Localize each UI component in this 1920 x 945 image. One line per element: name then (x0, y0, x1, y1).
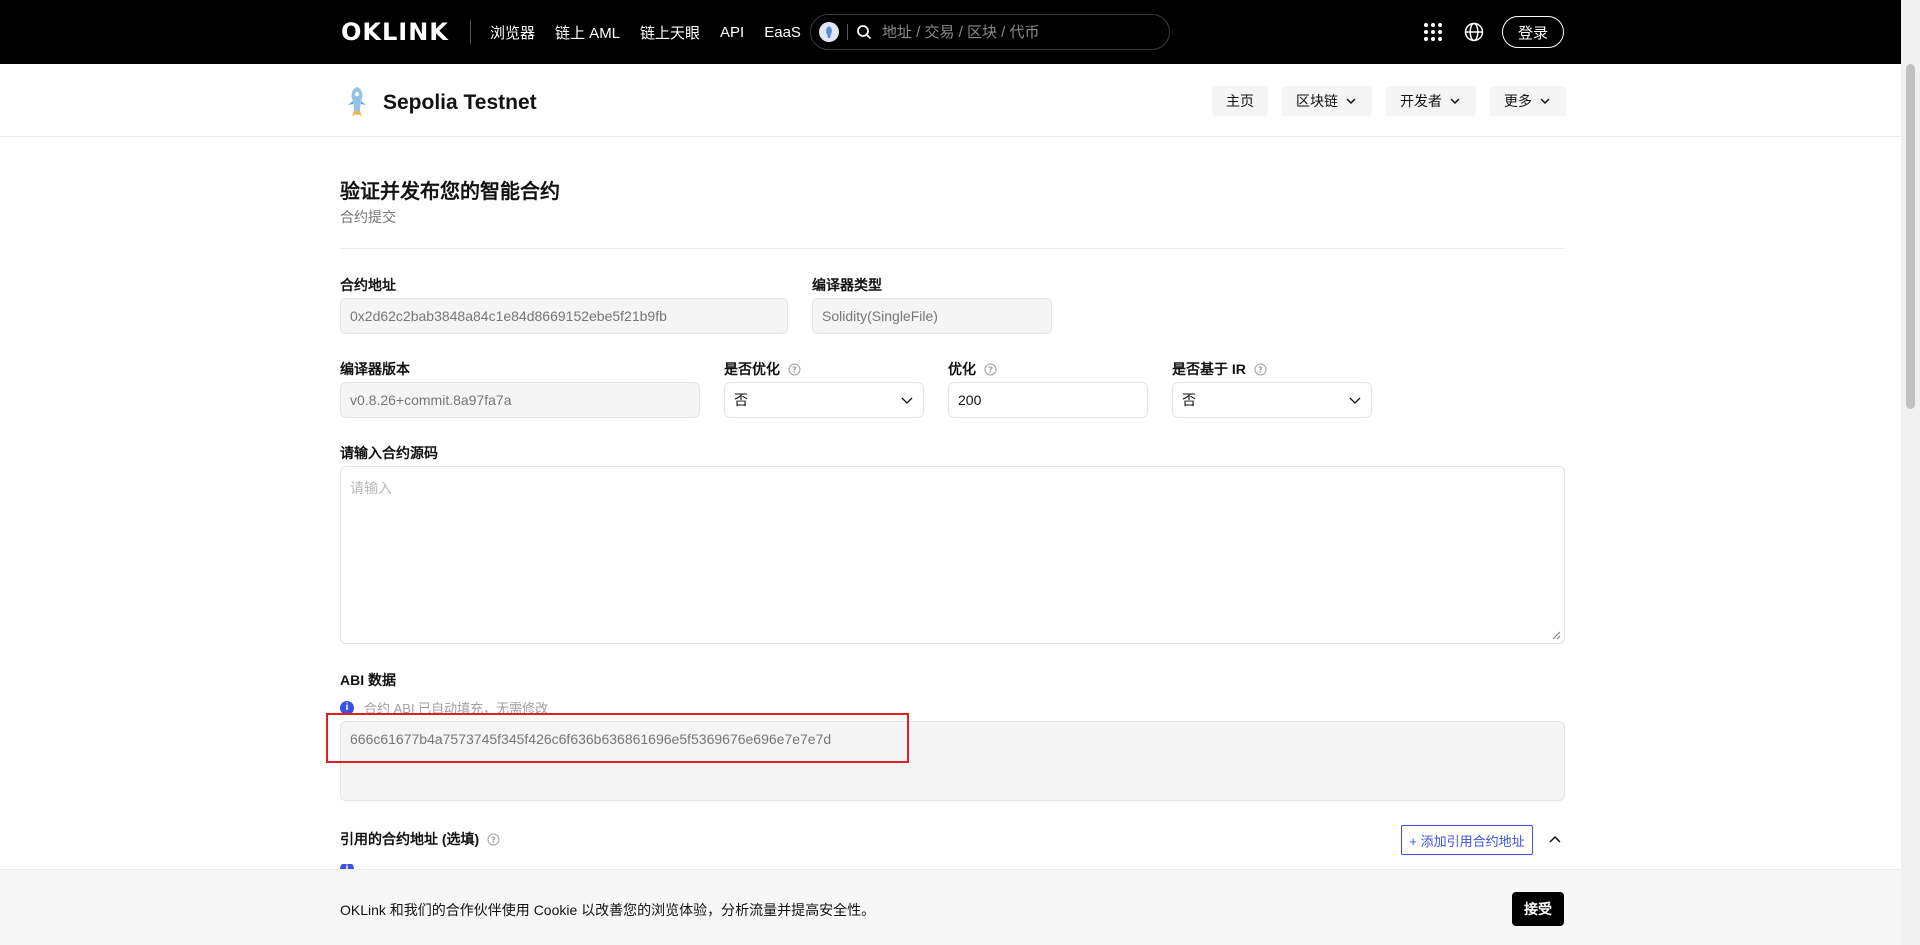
nav-link-eaas[interactable]: EaaS (764, 24, 801, 41)
add-referenced-contract-label: + 添加引用合约地址 (1409, 833, 1525, 849)
subnav-blockchain[interactable]: 区块链 (1282, 86, 1372, 116)
abi-label: ABI 数据 (340, 670, 396, 690)
subnav-developer[interactable]: 开发者 (1386, 86, 1476, 116)
help-icon[interactable]: ? (487, 833, 500, 846)
chevron-down-icon (1450, 98, 1460, 105)
via-ir-label-text: 是否基于 IR (1172, 361, 1246, 377)
nav-link-onchain-eye[interactable]: 链上天眼 (640, 22, 700, 43)
search-input[interactable] (882, 23, 1152, 41)
page-scrollbar[interactable] (1901, 0, 1920, 945)
compiler-version-label: 编译器版本 (340, 359, 410, 379)
optimize-runs-value: 200 (958, 392, 982, 408)
search-icon (857, 25, 872, 40)
highlight-box (326, 713, 909, 763)
chevron-down-icon (901, 397, 913, 404)
nav-link-explorer[interactable]: 浏览器 (490, 22, 535, 43)
contract-address-label: 合约地址 (340, 275, 396, 295)
nav-link-aml[interactable]: 链上 AML (555, 22, 620, 43)
optimize-runs-label: 优化 ? (948, 359, 997, 379)
accept-cookies-button[interactable]: 接受 (1512, 892, 1564, 926)
svg-text:?: ? (792, 365, 797, 374)
abi-label-text: ABI 数据 (340, 672, 396, 688)
via-ir-select[interactable]: 否 (1172, 382, 1372, 418)
referenced-contracts-label: 引用的合约地址 (选填) ? (340, 829, 500, 849)
compiler-version-label-text: 编译器版本 (340, 361, 410, 377)
compiler-type-label: 编译器类型 (812, 275, 882, 295)
subnav-more[interactable]: 更多 (1490, 86, 1566, 116)
source-code-label: 请输入合约源码 (340, 443, 438, 463)
compiler-type-label-text: 编译器类型 (812, 277, 882, 293)
source-code-label-text: 请输入合约源码 (340, 445, 438, 461)
page-title: 验证并发布您的智能合约 (340, 181, 560, 203)
optimize-runs-label-text: 优化 (948, 361, 976, 377)
subnav-home[interactable]: 主页 (1212, 86, 1268, 116)
chevron-down-icon (1540, 98, 1550, 105)
scrollbar-thumb[interactable] (1906, 64, 1915, 409)
subnav-more-label: 更多 (1504, 93, 1532, 109)
contract-address-value: 0x2d62c2bab3848a84c1e84d8669152ebe5f21b9… (350, 308, 667, 324)
apps-grid-icon[interactable] (1423, 22, 1443, 42)
sepolia-chain-logo (348, 87, 366, 116)
subnav-blockchain-label: 区块链 (1296, 93, 1338, 109)
source-code-textarea[interactable]: 请输入 (340, 466, 1565, 644)
nav-divider (470, 20, 471, 44)
chain-subnav: 主页 区块链 开发者 更多 (1212, 86, 1566, 116)
subnav-developer-label: 开发者 (1400, 93, 1442, 109)
nav-link-api[interactable]: API (720, 24, 744, 41)
via-ir-label: 是否基于 IR ? (1172, 359, 1267, 379)
cookie-consent-text: OKLink 和我们的合作伙伴使用 Cookie 以改善您的浏览体验，分析流量并… (340, 902, 876, 918)
search-bar[interactable] (810, 14, 1170, 50)
source-code-placeholder: 请输入 (350, 480, 392, 496)
chevron-down-icon (1349, 397, 1361, 404)
compiler-version-field[interactable]: v0.8.26+commit.8a97fa7a (340, 382, 700, 418)
compiler-type-value: Solidity(SingleFile) (822, 308, 938, 324)
contract-address-field[interactable]: 0x2d62c2bab3848a84c1e84d8669152ebe5f21b9… (340, 298, 788, 334)
language-globe-icon[interactable] (1464, 22, 1484, 42)
help-icon[interactable]: ? (984, 363, 997, 376)
top-navbar: OKLINK 浏览器 链上 AML 链上天眼 API EaaS 登录 (0, 0, 1901, 64)
search-divider (847, 24, 848, 40)
optimize-runs-input[interactable]: 200 (948, 382, 1148, 418)
compiler-version-value: v0.8.26+commit.8a97fa7a (350, 392, 512, 408)
referenced-contracts-label-text: 引用的合约地址 (选填) (340, 831, 480, 847)
chain-selector-icon[interactable] (819, 22, 839, 42)
subnav-home-label: 主页 (1226, 93, 1254, 109)
login-button[interactable]: 登录 (1502, 16, 1564, 48)
resize-handle-icon[interactable] (1551, 630, 1561, 640)
compiler-type-field[interactable]: Solidity(SingleFile) (812, 298, 1052, 334)
optimize-select[interactable]: 否 (724, 382, 924, 418)
help-icon[interactable]: ? (1254, 363, 1267, 376)
svg-text:?: ? (1258, 365, 1263, 374)
page-subtitle: 合约提交 (340, 209, 396, 225)
svg-text:?: ? (491, 835, 496, 844)
optimize-label-text: 是否优化 (724, 361, 780, 377)
section-divider (340, 248, 1565, 249)
optimize-select-value: 否 (734, 392, 748, 408)
chevron-up-icon[interactable] (1548, 833, 1562, 847)
chevron-down-icon (1346, 98, 1356, 105)
help-icon[interactable]: ? (788, 363, 801, 376)
chain-name: Sepolia Testnet (383, 91, 537, 114)
via-ir-select-value: 否 (1182, 392, 1196, 408)
cookie-consent-bar: OKLink 和我们的合作伙伴使用 Cookie 以改善您的浏览体验，分析流量并… (0, 869, 1901, 945)
optimize-label: 是否优化 ? (724, 359, 801, 379)
oklink-logo[interactable]: OKLINK (341, 18, 449, 46)
add-referenced-contract-button[interactable]: + 添加引用合约地址 (1401, 825, 1533, 855)
contract-address-label-text: 合约地址 (340, 277, 396, 293)
nav-links: 浏览器 链上 AML 链上天眼 API EaaS (490, 0, 821, 64)
chain-header: Sepolia Testnet 主页 区块链 开发者 更多 (0, 64, 1901, 137)
svg-text:?: ? (988, 365, 993, 374)
